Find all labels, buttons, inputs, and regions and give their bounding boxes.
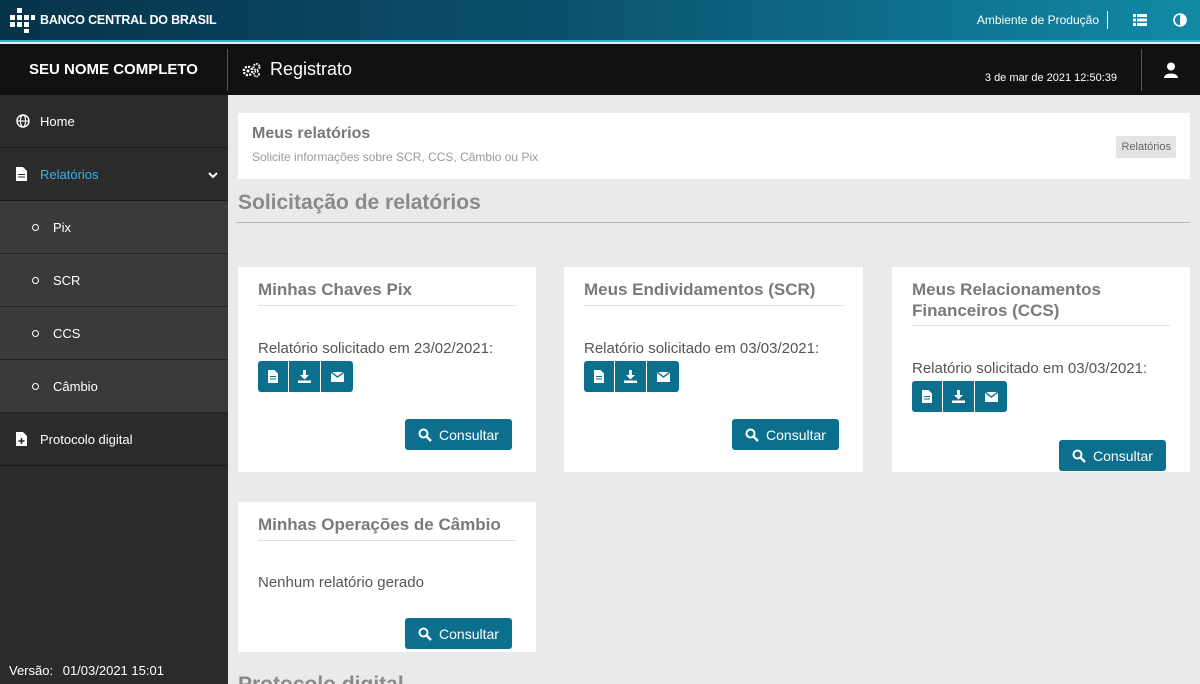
sidebar-item-protocolo-digital[interactable]: Protocolo digital <box>0 413 228 466</box>
sidebar-item-home[interactable]: Home <box>0 95 228 148</box>
download-report-button[interactable] <box>615 361 647 392</box>
app-title: Registrato <box>242 59 352 80</box>
sidebar-item-label: Home <box>40 113 75 129</box>
search-icon <box>745 428 759 442</box>
consult-button[interactable]: Consultar <box>405 618 512 649</box>
version-value: 01/03/2021 15:01 <box>62 663 164 678</box>
sidebar-item-label: Protocolo digital <box>40 431 133 447</box>
version-info: Versão: 01/03/2021 15:01 <box>9 663 164 678</box>
sidebar-subitem-label: Câmbio <box>53 378 98 394</box>
app-header-bar: SEU NOME COMPLETO Registrato 3 de mar de… <box>0 44 1200 95</box>
card-divider <box>912 325 1170 326</box>
consult-button-label: Consultar <box>439 625 499 642</box>
view-report-button[interactable] <box>912 381 943 412</box>
circle-icon <box>32 329 39 337</box>
sidebar-item-label: Relatórios <box>40 166 99 182</box>
download-icon <box>624 370 637 383</box>
sidebar: Home Relatórios Pix SCR CCS Câmbio Proto… <box>0 95 228 684</box>
user-icon[interactable] <box>1142 62 1200 78</box>
consult-button[interactable]: Consultar <box>732 419 839 450</box>
download-icon <box>298 370 311 383</box>
section-title-protocolo: Protocolo digital <box>238 673 404 684</box>
envelope-icon <box>656 371 670 382</box>
bcb-logo[interactable]: BANCO CENTRAL DO BRASIL <box>8 6 217 34</box>
card-divider <box>258 540 516 541</box>
file-icon <box>922 390 932 403</box>
sidebar-item-relatorios[interactable]: Relatórios <box>0 148 228 201</box>
circle-icon <box>32 276 39 284</box>
view-report-button[interactable] <box>584 361 615 392</box>
card-title: Meus Relacionamentos Financeiros (CCS) <box>912 279 1101 321</box>
consult-button[interactable]: Consultar <box>405 419 512 450</box>
card-divider <box>584 305 844 306</box>
section-divider <box>236 222 1190 223</box>
consult-button-label: Consultar <box>766 426 826 443</box>
search-icon <box>418 428 432 442</box>
page-header: Meus relatórios Solicite informações sob… <box>238 113 1190 179</box>
sidebar-subitem-cambio[interactable]: Câmbio <box>0 360 228 413</box>
app-title-label: Registrato <box>270 59 353 79</box>
bcb-logo-icon <box>8 6 36 34</box>
circle-icon <box>32 223 39 231</box>
report-actions <box>912 381 1007 412</box>
globe-icon <box>16 114 30 128</box>
version-label: Versão: <box>9 663 54 678</box>
report-card-pix: Minhas Chaves Pix Relatório solicitado e… <box>238 267 536 472</box>
download-report-button[interactable] <box>943 381 975 412</box>
card-title-line: Meus Relacionamentos <box>912 280 1101 299</box>
consult-button[interactable]: Consultar <box>1059 440 1166 471</box>
email-report-button[interactable] <box>647 361 679 392</box>
download-icon <box>952 390 965 403</box>
card-title: Meus Endividamentos (SCR) <box>584 280 816 299</box>
email-report-button[interactable] <box>975 381 1007 412</box>
download-report-button[interactable] <box>289 361 321 392</box>
page-subtitle: Solicite informações sobre SCR, CCS, Câm… <box>252 150 539 164</box>
file-icon <box>16 167 30 181</box>
report-card-cambio: Minhas Operações de Câmbio Nenhum relató… <box>238 502 536 652</box>
card-title: Minhas Operações de Câmbio <box>258 515 501 534</box>
gears-icon <box>242 62 261 77</box>
file-icon <box>268 370 278 383</box>
contrast-icon[interactable] <box>1172 12 1188 28</box>
card-status-text: Nenhum relatório gerado <box>258 574 424 591</box>
file-plus-icon <box>16 432 30 446</box>
environment-label: Ambiente de Produção <box>977 11 1108 29</box>
card-status-text: Relatório solicitado em 03/03/2021: <box>584 340 820 357</box>
sidebar-subitem-label: CCS <box>53 325 81 341</box>
sidebar-subitem-label: SCR <box>53 272 81 288</box>
report-card-ccs: Meus Relacionamentos Financeiros (CCS) R… <box>892 267 1190 472</box>
email-report-button[interactable] <box>321 361 353 392</box>
page-title: Meus relatórios <box>252 125 371 142</box>
report-actions <box>584 361 679 392</box>
sidebar-subitem-ccs[interactable]: CCS <box>0 307 228 360</box>
breadcrumb[interactable]: Relatórios <box>1116 136 1176 158</box>
sidebar-subitem-pix[interactable]: Pix <box>0 201 228 254</box>
sidebar-subitem-scr[interactable]: SCR <box>0 254 228 307</box>
view-report-button[interactable] <box>258 361 289 392</box>
list-icon[interactable] <box>1132 12 1148 28</box>
chevron-down-icon <box>208 167 218 182</box>
current-datetime: 3 de mar de 2021 12:50:39 <box>985 48 1142 91</box>
search-icon <box>418 627 432 641</box>
consult-button-label: Consultar <box>439 426 499 443</box>
report-actions <box>258 361 353 392</box>
brand-name: BANCO CENTRAL DO BRASIL <box>40 13 217 27</box>
card-title-line: Financeiros (CCS) <box>912 301 1060 320</box>
search-icon <box>1072 449 1086 463</box>
circle-icon <box>32 382 39 390</box>
envelope-icon <box>984 391 998 402</box>
card-status-text: Relatório solicitado em 23/02/2021: <box>258 340 494 357</box>
sidebar-subitem-label: Pix <box>53 219 72 235</box>
section-title: Solicitação de relatórios <box>238 191 481 214</box>
report-card-scr: Meus Endividamentos (SCR) Relatório soli… <box>564 267 863 472</box>
file-icon <box>594 370 604 383</box>
top-bar: BANCO CENTRAL DO BRASIL Ambiente de Prod… <box>0 0 1200 42</box>
user-name: SEU NOME COMPLETO <box>0 48 228 91</box>
card-title: Minhas Chaves Pix <box>258 280 413 299</box>
card-divider <box>258 305 516 306</box>
card-status-text: Relatório solicitado em 03/03/2021: <box>912 360 1148 377</box>
main-content: Meus relatórios Solicite informações sob… <box>228 95 1200 684</box>
envelope-icon <box>330 371 344 382</box>
consult-button-label: Consultar <box>1093 447 1153 464</box>
